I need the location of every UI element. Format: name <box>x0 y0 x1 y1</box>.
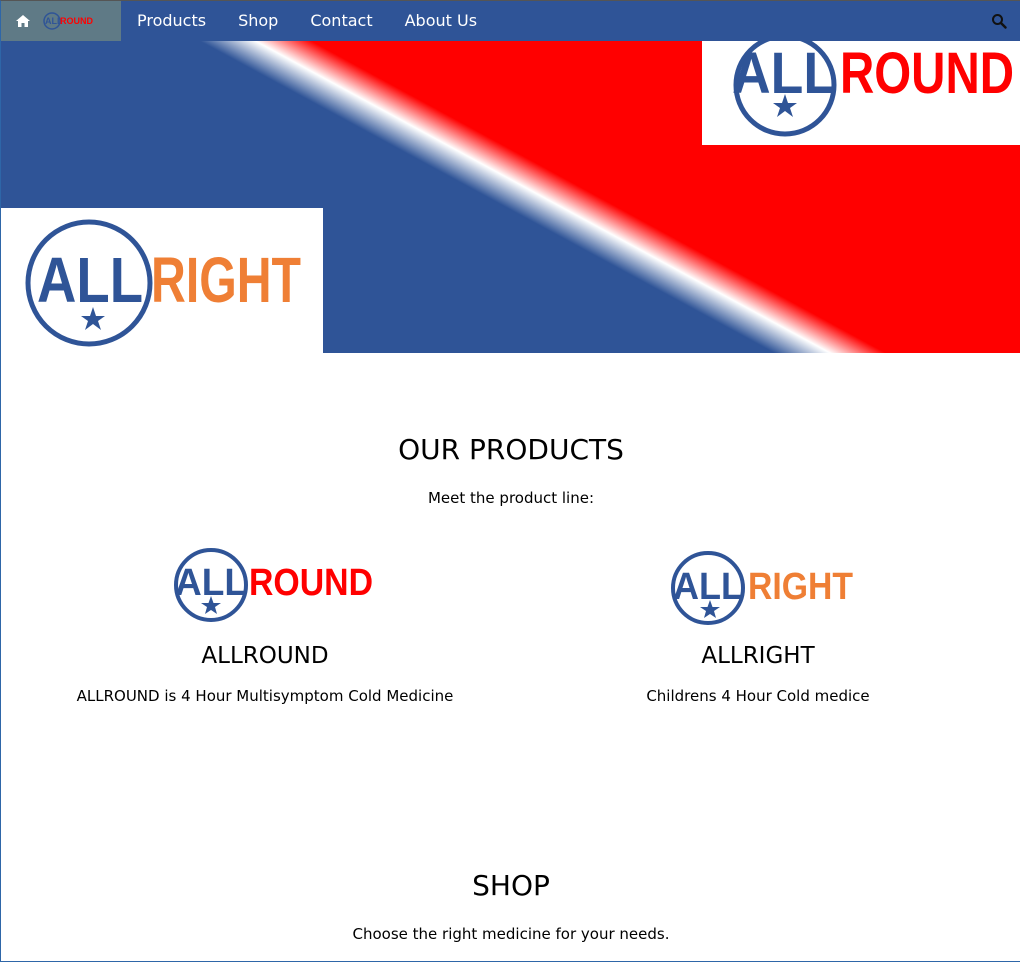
top-navbar: ALL ROUND Products Shop Contact About Us <box>1 1 1020 41</box>
nav-links: Products Shop Contact About Us <box>121 1 493 41</box>
products-heading: OUR PRODUCTS <box>398 433 624 466</box>
product-name: ALLROUND <box>201 643 329 669</box>
shop-subtitle: Choose the right medicine for your needs… <box>352 925 670 943</box>
svg-text:RIGHT: RIGHT <box>748 566 853 608</box>
search-icon[interactable] <box>991 13 1007 29</box>
nav-link-about-us[interactable]: About Us <box>389 1 493 41</box>
home-button[interactable]: ALL ROUND <box>1 1 121 41</box>
nav-link-products[interactable]: Products <box>121 1 222 41</box>
hero-banner: ALL ROUND ALL RIGHT <box>1 41 1020 353</box>
hero-allright-logo: ALL RIGHT <box>1 208 323 353</box>
svg-text:RIGHT: RIGHT <box>151 244 301 316</box>
hero-allround-logo: ALL ROUND <box>702 41 1020 145</box>
svg-text:ALL: ALL <box>673 566 743 608</box>
product-description: ALLROUND is 4 Hour Multisymptom Cold Med… <box>76 687 454 705</box>
product-name: ALLRIGHT <box>701 643 815 669</box>
product-description: Childrens 4 Hour Cold medice <box>646 687 870 705</box>
nav-brand-logo[interactable]: ALL ROUND <box>43 11 99 31</box>
shop-heading: SHOP <box>472 869 550 902</box>
allright-product-logo[interactable]: ALL RIGHT <box>508 547 1008 627</box>
home-icon[interactable] <box>15 13 31 29</box>
nav-link-shop[interactable]: Shop <box>222 1 294 41</box>
nav-link-contact[interactable]: Contact <box>294 1 388 41</box>
svg-text:ROUND: ROUND <box>249 562 373 604</box>
products-subtitle: Meet the product line: <box>427 489 595 507</box>
svg-text:ROUND: ROUND <box>60 16 93 26</box>
svg-text:ROUND: ROUND <box>840 41 1014 106</box>
svg-text:ALL: ALL <box>37 244 143 316</box>
allround-product-logo[interactable]: ALL ROUND <box>15 547 515 627</box>
svg-text:ALL: ALL <box>732 41 836 106</box>
page-frame: ALL ROUND Products Shop Contact About Us… <box>0 0 1020 962</box>
